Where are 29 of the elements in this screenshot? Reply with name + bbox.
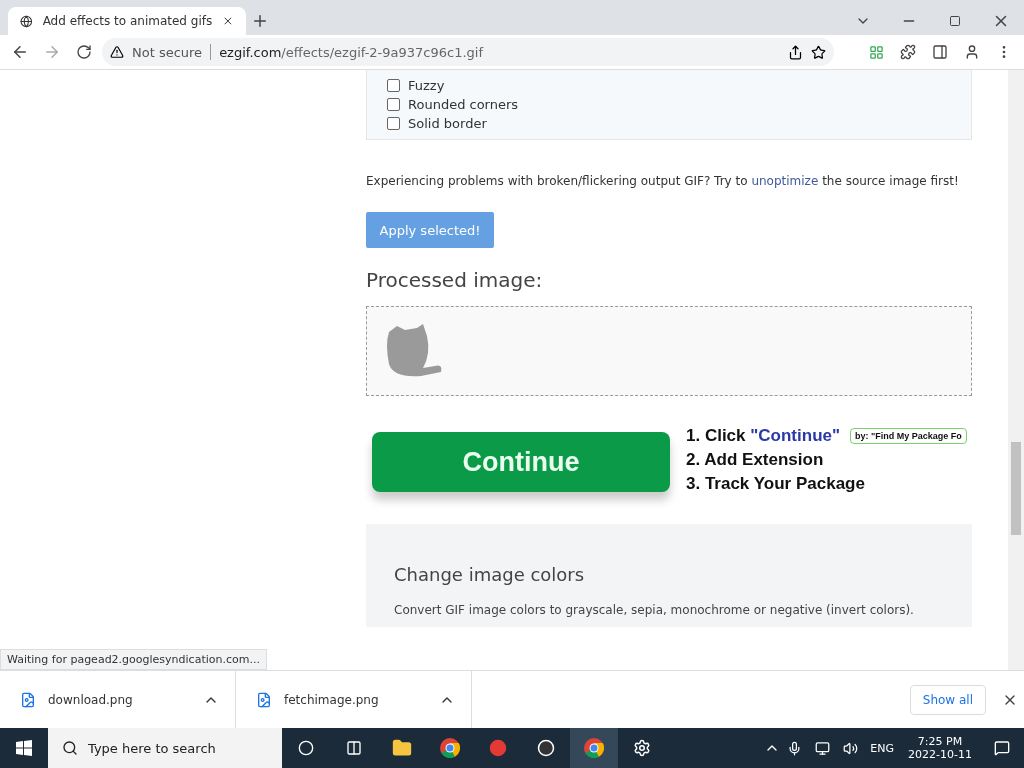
language-indicator[interactable]: ENG	[864, 741, 901, 755]
browser-tab[interactable]: Add effects to animated gifs	[8, 7, 246, 35]
step-text: 3. Track Your Package	[686, 474, 865, 494]
search-icon	[62, 740, 78, 756]
star-icon[interactable]	[811, 44, 826, 60]
clock[interactable]: 7:25 PM 2022-10-11	[900, 735, 980, 761]
section-text: Convert GIF image colors to grayscale, sepia, monochrome or negative (invert colors).	[394, 603, 915, 617]
show-all-button[interactable]: Show all	[909, 684, 986, 715]
file-icon	[256, 691, 272, 708]
continue-button[interactable]: Continue	[372, 432, 670, 492]
section-heading: Processed image:	[366, 268, 544, 292]
section-title: Change image colors	[394, 564, 586, 585]
effect-checkbox[interactable]: Fuzzy	[387, 78, 951, 93]
unoptimize-link[interactable]: unoptimize	[751, 174, 819, 188]
ad-badge: by: "Find My Package Fo	[850, 428, 967, 444]
scroll-thumb[interactable]	[1011, 442, 1021, 535]
step-text: 1. Click "Continue"	[686, 426, 841, 446]
taskbar-search[interactable]: Type here to search	[48, 728, 282, 768]
status-bubble: Waiting for pagead2.googlesyndication.com...	[0, 649, 267, 670]
effect-checkbox[interactable]: Solid border	[387, 116, 951, 131]
share-icon[interactable]	[788, 44, 803, 60]
address-bar[interactable]: Not secure ezgif.com/effects/ezgif-2-9a937c96c1.gif	[102, 38, 834, 66]
effect-checkbox[interactable]: Rounded corners	[387, 97, 951, 112]
warning-icon	[110, 45, 124, 59]
browser-icon[interactable]	[570, 728, 618, 768]
notice-text: Experiencing problems with broken/flickering output GIF? Try to unoptimize the source image first!	[366, 174, 960, 188]
step-text: 2. Add Extension	[686, 450, 824, 470]
globe-icon	[20, 13, 33, 29]
file-icon	[20, 691, 36, 708]
